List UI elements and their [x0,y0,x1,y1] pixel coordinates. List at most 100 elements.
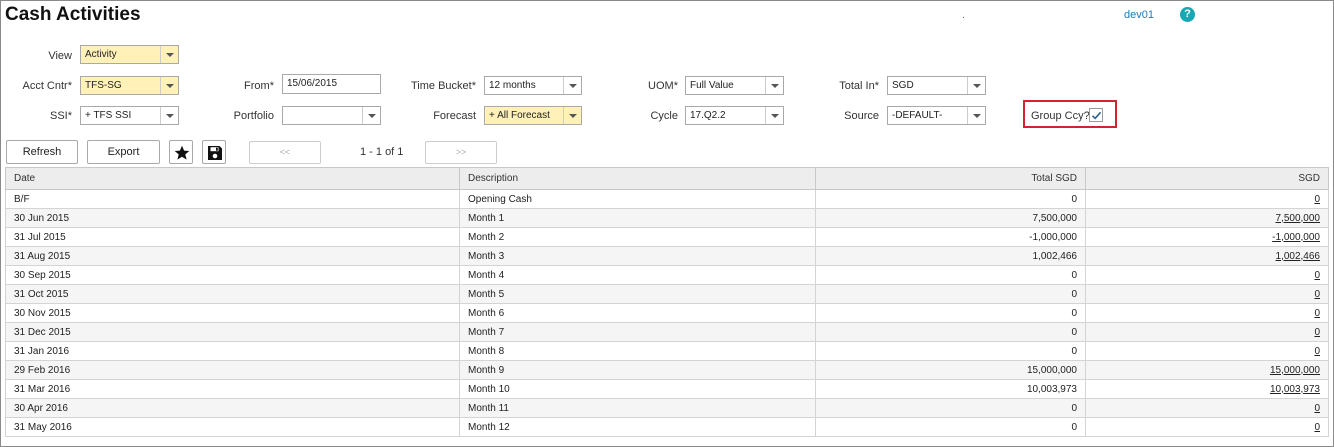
column-header-sgd[interactable]: SGD [1085,167,1329,190]
portfolio-select[interactable] [282,106,381,125]
cash-activities-table: Date Description Total SGD SGD B/F Openin… [5,167,1329,437]
chevron-down-icon[interactable] [765,107,783,124]
prev-page-button[interactable]: << [249,141,321,164]
table-row[interactable]: 31 May 2016 Month 12 0 0 [5,417,1329,437]
table-row[interactable]: 31 Aug 2015 Month 3 1,002,466 1,002,466 [5,246,1329,266]
sgd-amount-link[interactable]: 0 [1085,265,1329,285]
source-value: -DEFAULT- [892,110,943,121]
description-cell: Month 5 [459,284,816,304]
source-label: Source [844,110,879,122]
sgd-amount-link[interactable]: 0 [1085,398,1329,418]
chevron-down-icon[interactable] [160,107,178,124]
sgd-amount-link[interactable]: 1,002,466 [1085,246,1329,266]
total-sgd-cell: 10,003,973 [815,379,1086,399]
sgd-amount-link[interactable]: 0 [1085,322,1329,342]
uom-select[interactable]: Full Value [685,76,784,95]
sgd-amount-link[interactable]: 7,500,000 [1085,208,1329,228]
column-header-date[interactable]: Date [5,167,460,190]
chevron-down-icon[interactable] [160,46,178,63]
column-header-description[interactable]: Description [459,167,816,190]
favorite-button[interactable] [169,140,193,164]
chevron-down-icon[interactable] [563,77,581,94]
date-cell: 30 Nov 2015 [5,303,460,323]
sgd-amount-link[interactable]: -1,000,000 [1085,227,1329,247]
table-row[interactable]: 30 Jun 2015 Month 1 7,500,000 7,500,000 [5,208,1329,228]
sgd-amount-link[interactable]: 0 [1085,284,1329,304]
date-cell: 30 Sep 2015 [5,265,460,285]
forecast-select[interactable]: + All Forecast [484,106,582,125]
acct-cntr-value: TFS-SG [85,80,122,91]
total-sgd-cell: 15,000,000 [815,360,1086,380]
description-cell: Month 9 [459,360,816,380]
description-cell: Month 2 [459,227,816,247]
description-cell: Month 10 [459,379,816,399]
view-select[interactable]: Activity [80,45,179,64]
table-row[interactable]: 30 Apr 2016 Month 11 0 0 [5,398,1329,418]
export-button[interactable]: Export [87,140,160,164]
date-cell: 31 Aug 2015 [5,246,460,266]
date-cell: 29 Feb 2016 [5,360,460,380]
sgd-amount-link[interactable]: 0 [1085,417,1329,437]
chevron-down-icon[interactable] [563,107,581,124]
table-row[interactable]: B/F Opening Cash 0 0 [5,189,1329,209]
header-separator: . [962,10,965,21]
chevron-down-icon[interactable] [967,77,985,94]
ssi-select[interactable]: + TFS SSI [80,106,179,125]
total-sgd-cell: 0 [815,303,1086,323]
acct-cntr-select[interactable]: TFS-SG [80,76,179,95]
group-ccy-checkbox[interactable] [1089,108,1103,122]
date-cell: 30 Jun 2015 [5,208,460,228]
date-cell: 31 Oct 2015 [5,284,460,304]
total-sgd-cell: 7,500,000 [815,208,1086,228]
user-link[interactable]: dev01 [1124,9,1154,21]
cycle-value: 17.Q2.2 [690,110,726,121]
chevron-down-icon[interactable] [160,77,178,94]
sgd-amount-link[interactable]: 10,003,973 [1085,379,1329,399]
total-sgd-cell: 1,002,466 [815,246,1086,266]
star-icon [174,145,190,160]
next-page-button[interactable]: >> [425,141,497,164]
table-row[interactable]: 31 Mar 2016 Month 10 10,003,973 10,003,973 [5,379,1329,399]
time-bucket-label: Time Bucket* [410,80,476,92]
chevron-down-icon[interactable] [765,77,783,94]
total-sgd-cell: 0 [815,341,1086,361]
table-row[interactable]: 29 Feb 2016 Month 9 15,000,000 15,000,000 [5,360,1329,380]
floppy-disk-icon [208,146,222,160]
table-row[interactable]: 31 Jul 2015 Month 2 -1,000,000 -1,000,000 [5,227,1329,247]
description-cell: Month 3 [459,246,816,266]
sgd-amount-link[interactable]: 0 [1085,341,1329,361]
date-cell: 31 Dec 2015 [5,322,460,342]
description-cell: Month 7 [459,322,816,342]
acct-cntr-label: Acct Cntr* [22,80,72,92]
table-row[interactable]: 30 Nov 2015 Month 600 [5,303,1329,323]
description-cell: Opening Cash [459,189,816,209]
date-cell: 31 Mar 2016 [5,379,460,399]
table-row[interactable]: 31 Oct 2015 Month 500 [5,284,1329,304]
table-row[interactable]: 30 Sep 2015 Month 400 [5,265,1329,285]
uom-label: UOM* [648,80,678,92]
table-row[interactable]: 31 Dec 2015 Month 700 [5,322,1329,342]
table-row[interactable]: 31 Jan 2016 Month 800 [5,341,1329,361]
from-date-input[interactable]: 15/06/2015 [282,74,381,94]
cycle-select[interactable]: 17.Q2.2 [685,106,784,125]
sgd-amount-link[interactable]: 15,000,000 [1085,360,1329,380]
save-button[interactable] [202,140,226,164]
group-ccy-label: Group Ccy? [1031,110,1090,122]
time-bucket-select[interactable]: 12 months [484,76,582,95]
sgd-amount-link[interactable]: 0 [1085,303,1329,323]
total-sgd-cell: 0 [815,284,1086,304]
help-icon[interactable]: ? [1180,7,1195,22]
cycle-label: Cycle [650,110,678,122]
chevron-down-icon[interactable] [362,107,380,124]
description-cell: Month 4 [459,265,816,285]
sgd-amount-link[interactable]: 0 [1085,189,1329,209]
total-sgd-cell: 0 [815,265,1086,285]
column-header-total-sgd[interactable]: Total SGD [815,167,1086,190]
total-in-select[interactable]: SGD [887,76,986,95]
date-cell: 31 May 2016 [5,417,460,437]
source-select[interactable]: -DEFAULT- [887,106,986,125]
ssi-label: SSI* [49,110,72,122]
refresh-button[interactable]: Refresh [6,140,78,164]
chevron-down-icon[interactable] [967,107,985,124]
date-cell: B/F [5,189,460,209]
